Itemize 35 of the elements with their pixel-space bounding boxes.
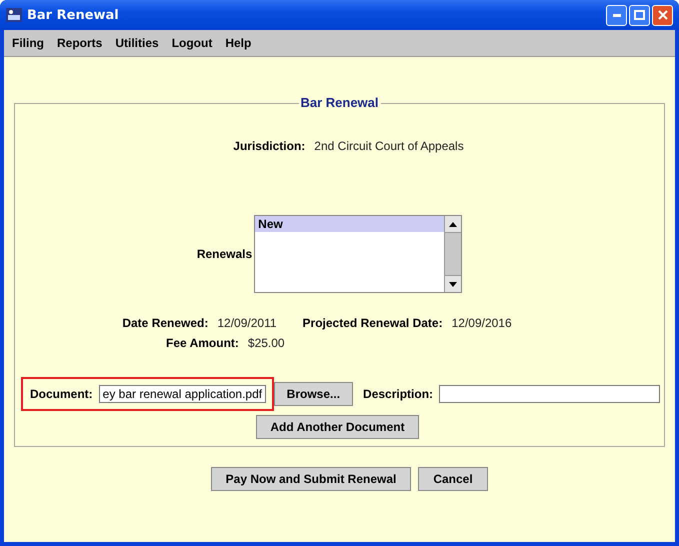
field-value: 12/09/2016: [452, 316, 512, 330]
menu-item[interactable]: Logout: [172, 36, 212, 50]
field-label: Document:: [30, 387, 93, 401]
menu-item[interactable]: Filing: [12, 36, 44, 50]
menu-item[interactable]: Utilities: [115, 36, 159, 50]
window-title: Bar Renewal: [27, 8, 119, 22]
minimize-button[interactable]: [606, 4, 627, 26]
field-value: 2nd Circuit Court of Appeals: [314, 139, 464, 153]
field-value: 12/09/2011: [217, 316, 277, 330]
field-label: Date Renewed:: [122, 316, 208, 330]
maximize-button[interactable]: [629, 4, 650, 26]
menu-item[interactable]: Help: [225, 36, 252, 50]
down-arrow-icon: [449, 282, 458, 286]
browse-button[interactable]: Browse...: [274, 382, 354, 406]
action-button[interactable]: Cancel: [418, 467, 488, 491]
field-label: Projected Renewal Date:: [302, 316, 443, 330]
up-arrow-icon: [449, 222, 458, 226]
panel-title: Bar Renewal: [298, 95, 381, 110]
field-label: Renewals: [196, 247, 252, 261]
description-field[interactable]: [439, 385, 660, 403]
field-value: $25.00: [248, 336, 285, 350]
field-label: Description:: [363, 387, 434, 401]
scrollbar[interactable]: [444, 216, 462, 292]
field-label: Fee Amount:: [166, 336, 239, 350]
action-button[interactable]: Pay Now and Submit Renewal: [211, 467, 411, 491]
close-button[interactable]: [652, 4, 673, 26]
close-icon: [658, 10, 668, 20]
minimize-icon: [612, 14, 620, 16]
field-label: Jurisdiction:: [233, 139, 306, 153]
menu-item[interactable]: Reports: [57, 36, 102, 50]
add-document-button[interactable]: Add Another Document: [256, 415, 419, 439]
app-icon: [6, 8, 22, 22]
maximize-icon: [634, 10, 645, 20]
document-field[interactable]: ey bar renewal application.pdf: [98, 385, 266, 403]
list-item[interactable]: New: [255, 216, 444, 232]
